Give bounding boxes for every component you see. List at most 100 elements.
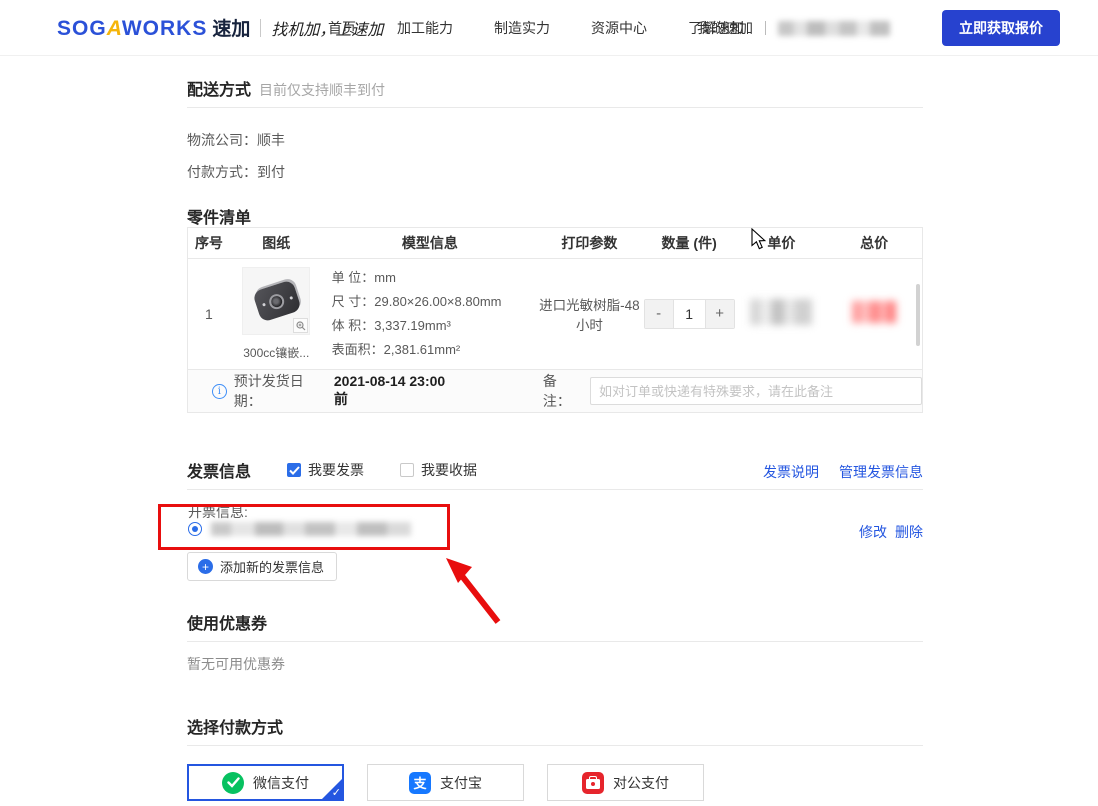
remark-label: 备注： [543,371,584,411]
ship-date-value: 2021-08-14 23:00前 [334,373,457,409]
part-3d-preview [252,279,302,322]
payment-title-row: 选择付款方式 [187,714,923,746]
top-navbar: SOGAWORKS 速加 找机加，上速加 首页 加工能力 制造实力 资源中心 了… [0,0,1098,56]
main-nav: 首页 加工能力 制造实力 资源中心 了解速加 [328,0,744,56]
payment-section: 选择付款方式 微信支付 ✓ 支 支付宝 对公支付 [187,714,923,806]
logo-cn: 速加 [212,14,250,41]
payment-title: 选择付款方式 [187,714,283,738]
invoice-options: 我要发票 我要收据 [287,460,513,480]
info-icon: i [212,384,227,399]
payment-methods: 微信支付 ✓ 支 支付宝 对公支付 [187,764,704,801]
col-header-drawing: 图纸 [230,233,323,253]
want-receipt-label[interactable]: 我要收据 [421,460,477,480]
coupon-section: 使用优惠券 暂无可用优惠券 [187,610,923,680]
corporate-pay-icon [582,772,604,794]
redacted-invoice-info [211,522,411,536]
redacted-unit-price [750,299,812,325]
wechat-pay-icon [222,772,244,794]
model-volume-line: 体 积：3,337.19mm³ [332,314,537,338]
parts-table-footer: i 预计发货日期： 2021-08-14 23:00前 备注： [188,369,922,412]
coupon-title-row: 使用优惠券 [187,610,923,642]
add-invoice-label: 添加新的发票信息 [220,557,324,576]
invoice-title: 发票信息 [187,458,251,482]
wechat-pay-label: 微信支付 [253,773,309,793]
logo-text: SOG [57,17,107,41]
invoice-explain-link[interactable]: 发票说明 [763,462,819,482]
coupon-title: 使用优惠券 [187,610,267,634]
shipping-title: 配送方式 [187,76,251,100]
quantity-cell: - + [642,299,737,329]
alipay-label: 支付宝 [440,773,482,793]
table-row: 1 300cc镶嵌... 单 位：mm [188,259,922,369]
col-header-index: 序号 [188,233,230,253]
want-receipt-checkbox[interactable] [400,463,414,477]
edit-invoice-link[interactable]: 修改 [859,522,887,542]
quantity-input[interactable] [673,300,706,328]
quantity-stepper: - + [644,299,735,329]
col-header-total-price: 总价 [826,233,922,253]
part-bolt-hole-right [290,296,294,300]
add-invoice-button[interactable]: + 添加新的发票信息 [187,552,337,581]
model-surface-line: 表面积：2,381.61mm² [332,338,537,362]
corporate-pay-button[interactable]: 对公支付 [547,764,704,801]
want-invoice-checkbox[interactable] [287,463,301,477]
delete-invoice-link[interactable]: 删除 [895,522,923,542]
alipay-icon: 支 [409,772,431,794]
model-info-cell: 单 位：mm 尺 寸：29.80×26.00×8.80mm 体 积：3,337.… [323,266,537,362]
row-index: 1 [188,306,230,322]
selected-check-icon: ✓ [332,786,341,799]
invoice-actions: 修改 删除 [859,522,923,542]
coupon-empty-text: 暂无可用优惠券 [187,654,285,674]
plus-icon: + [198,559,213,574]
print-param-cell: 进口光敏树脂-48小时 [537,294,642,334]
radio-dot [192,526,198,532]
get-quote-button[interactable]: 立即获取报价 [942,10,1060,46]
remark-input[interactable] [590,377,922,405]
logo-divider [260,19,261,37]
my-account-link[interactable]: 我的速加 [697,18,753,38]
manage-invoice-link[interactable]: 管理发票信息 [839,462,923,482]
logo-a-mark: A [107,17,122,41]
redacted-username [778,21,890,36]
quantity-increase-button[interactable]: + [706,300,734,328]
part-thumbnail[interactable] [242,267,310,335]
payment-method-label: 付款方式： [187,164,257,180]
col-header-model-info: 模型信息 [323,233,537,253]
model-unit-line: 单 位：mm [332,266,537,290]
parts-title: 零件清单 [187,204,923,228]
parts-table-header: 序号 图纸 模型信息 打印参数 数量 (件) 单价 总价 [188,228,922,259]
logistics-row: 物流公司：顺丰 [187,130,923,150]
nav-capability[interactable]: 加工能力 [397,18,453,38]
logistics-value: 顺丰 [257,132,285,148]
invoice-info-label: 开票信息: [188,502,248,522]
want-invoice-label[interactable]: 我要发票 [308,460,364,480]
drawing-cell: 300cc镶嵌... [230,267,323,361]
part-center-hole [267,292,286,311]
logistics-label: 物流公司： [187,132,257,148]
alipay-button[interactable]: 支 支付宝 [367,764,524,801]
invoice-radio-row[interactable] [188,522,411,536]
col-header-quantity: 数量 (件) [642,233,737,253]
shipping-subtitle: 目前仅支持顺丰到付 [259,80,385,100]
zoom-in-icon[interactable] [293,318,308,333]
quantity-decrease-button[interactable]: - [645,300,673,328]
shipping-title-row: 配送方式 目前仅支持顺丰到付 [187,76,923,108]
col-header-unit-price: 单价 [737,233,827,253]
payment-method-value: 到付 [257,164,285,180]
nav-home[interactable]: 首页 [328,18,356,38]
wechat-pay-button[interactable]: 微信支付 ✓ [187,764,344,801]
invoice-radio[interactable] [188,522,202,536]
account-divider [765,21,766,35]
total-price-cell [826,301,922,328]
navbar-right: 我的速加 立即获取报价 [697,0,1060,56]
nav-strength[interactable]: 制造实力 [494,18,550,38]
ship-date-label: 预计发货日期： [234,371,330,411]
briefcase-dial [591,782,595,786]
nav-resources[interactable]: 资源中心 [591,18,647,38]
invoice-links: 发票说明 管理发票信息 [763,462,923,482]
table-scrollbar[interactable] [916,284,920,346]
parts-table: 序号 图纸 模型信息 打印参数 数量 (件) 单价 总价 1 [187,227,923,413]
part-name: 300cc镶嵌... [233,344,319,361]
part-bolt-hole-left [262,303,266,307]
invoice-title-row: 发票信息 我要发票 我要收据 发票说明 管理发票信息 [187,458,923,490]
